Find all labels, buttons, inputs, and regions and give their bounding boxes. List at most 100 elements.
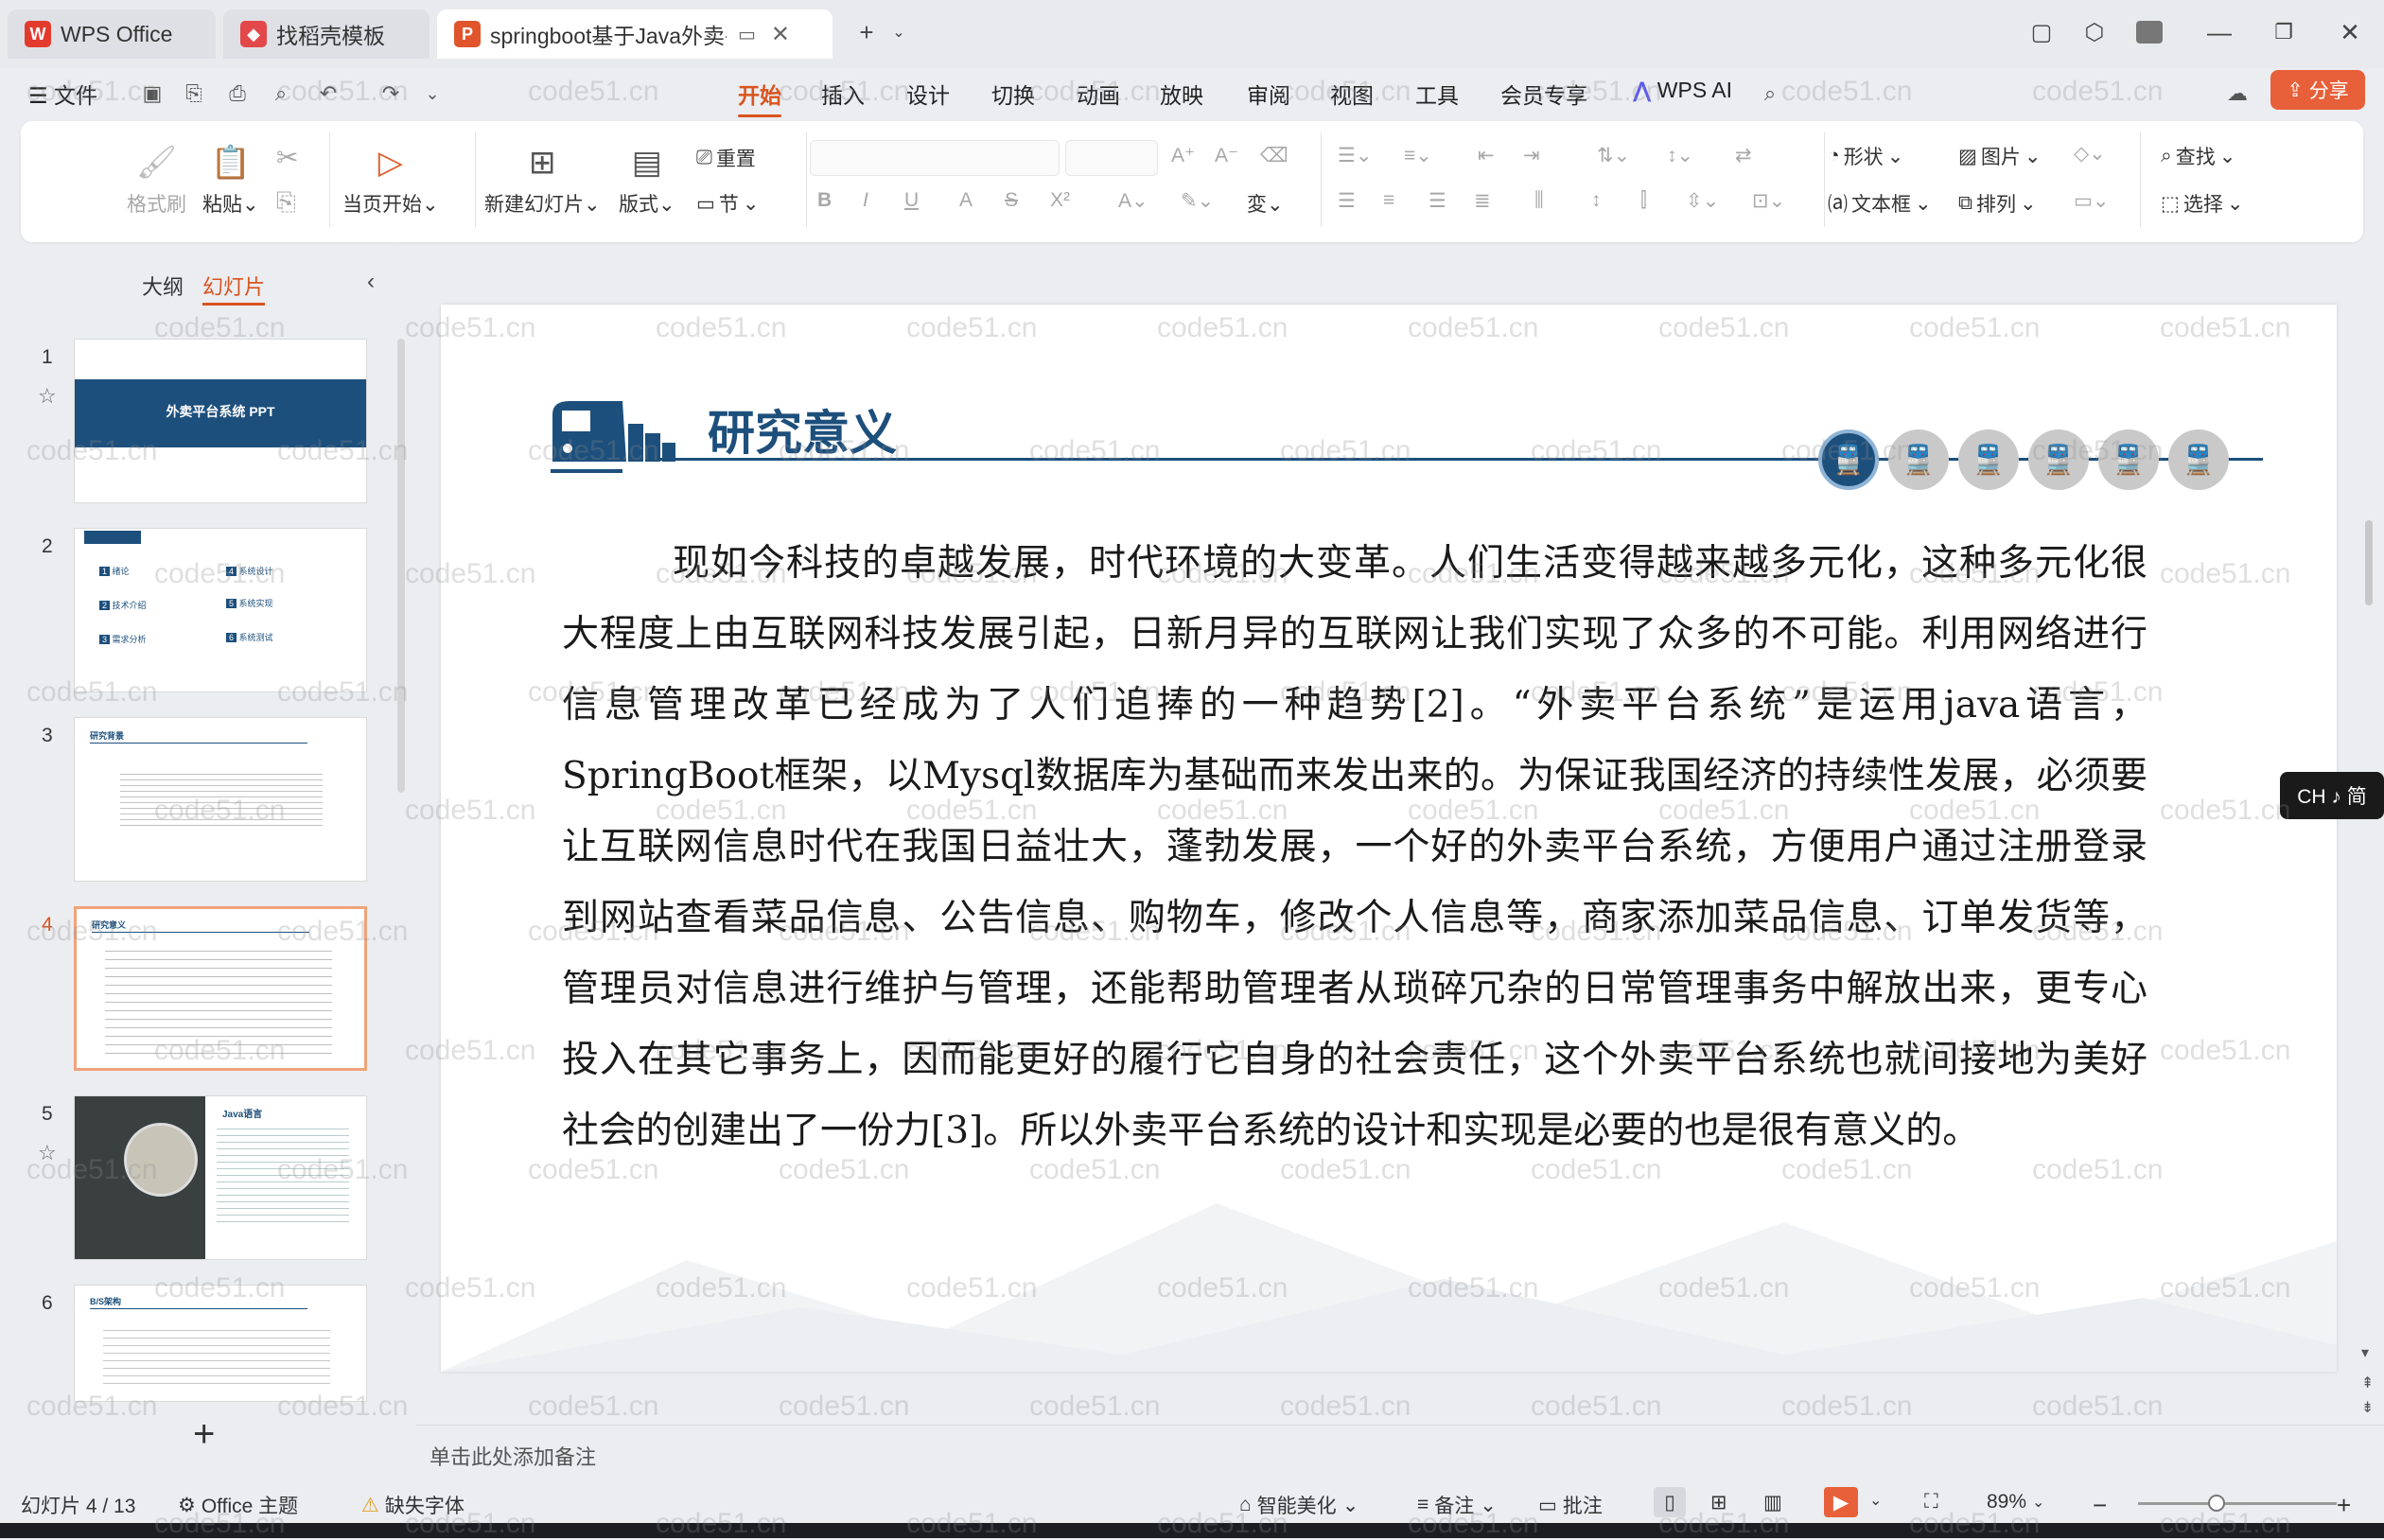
slide-thumbnail-4[interactable]: 研究意义 (74, 906, 367, 1071)
reading-view-icon[interactable]: ▥ (1763, 1491, 1782, 1514)
clear-format-icon[interactable]: ⌫ (1260, 144, 1288, 167)
distribute-icon[interactable]: ⫼ (1534, 189, 1544, 212)
strikethrough-icon[interactable]: S (1005, 189, 1018, 212)
next-slide-icon[interactable]: ⇟ (2361, 1398, 2374, 1417)
close-tab-icon[interactable]: ✕ (771, 21, 790, 48)
italic-icon[interactable]: I (863, 189, 868, 212)
line-spacing-icon[interactable]: ↕ (1591, 189, 1602, 212)
menu-review[interactable]: 审阅 (1247, 78, 1290, 110)
slide-body-text[interactable]: 现如今科技的卓越发展，时代环境的大变革。人们生活变得越来越多元化，这种多元化很大… (562, 528, 2147, 1166)
font-size-select[interactable] (1065, 140, 1158, 176)
menu-transition[interactable]: 切换 (991, 78, 1035, 110)
play-slideshow-icon[interactable]: ▶ (1824, 1487, 1858, 1517)
new-slide-button[interactable]: ⊞ 新建幻灯片⌄ (484, 142, 601, 218)
restore-icon[interactable]: ❐ (2265, 13, 2303, 51)
tab-wps-office[interactable]: W WPS Office (8, 9, 216, 59)
theme-button[interactable]: ⚙ Office 主题 (178, 1491, 298, 1519)
beautify-button[interactable]: ⌂ 智能美化 ⌄ (1239, 1491, 1359, 1519)
zoom-in-icon[interactable]: + (2337, 1491, 2351, 1520)
canvas-scrollbar[interactable] (2365, 520, 2373, 605)
wps-ai-button[interactable]: ⋀ WPS AI (1633, 78, 1732, 103)
convert-icon[interactable]: ⇄ (1735, 144, 1752, 167)
print-icon[interactable]: ⎙ (223, 79, 252, 108)
justify-icon[interactable]: ≣ (1474, 189, 1491, 213)
close-window-icon[interactable]: ✕ (2331, 13, 2369, 51)
tab-docer[interactable]: ◆ 找稻壳模板 (223, 9, 429, 59)
missing-font-button[interactable]: ⚠ 缺失字体 (361, 1491, 465, 1519)
font-family-select[interactable] (810, 140, 1060, 176)
text-direction-icon[interactable]: ⇅⌄ (1597, 144, 1630, 167)
textbox-button[interactable]: ⒜ 文本框 ⌄ (1828, 189, 1932, 218)
menu-tools[interactable]: 工具 (1415, 78, 1459, 110)
minimize-icon[interactable]: — (2200, 13, 2238, 51)
reset-button[interactable]: ⎚ 重置 (696, 144, 756, 172)
normal-view-icon[interactable]: ▯ (1654, 1487, 1686, 1517)
font-color-icon[interactable]: A⌄ (1118, 189, 1148, 213)
zoom-slider-thumb[interactable] (2208, 1495, 2225, 1512)
find-button[interactable]: ⌕ 查找 ⌄ (2161, 142, 2235, 170)
highlight-icon[interactable]: ✎⌄ (1181, 189, 1214, 213)
menu-view[interactable]: 视图 (1330, 78, 1374, 110)
chevron-down-icon[interactable]: ⌄ (1869, 1491, 1882, 1510)
panel-scrollbar[interactable] (397, 339, 405, 793)
menu-member[interactable]: 会员专享 (1500, 78, 1587, 110)
slide-canvas[interactable]: 研究意义 🚆 🚆 🚆 🚆 🚆 🚆 现如今科技的卓越发展，时代环境的大变革。人们生… (441, 305, 2337, 1372)
fill-icon[interactable]: ◇⌄ (2074, 142, 2106, 166)
cube-icon[interactable]: ⬡ (2076, 13, 2113, 51)
tab-slides[interactable]: 幻灯片 (202, 271, 266, 306)
text-fit-icon[interactable]: ⊡⌄ (1752, 189, 1785, 213)
cloud-upload-icon[interactable]: ☁ (2223, 79, 2252, 108)
star-icon[interactable]: ☆ (38, 1141, 57, 1165)
slide-thumbnail-5[interactable]: Java语言 (74, 1095, 367, 1260)
outline-icon[interactable]: ▭⌄ (2074, 189, 2109, 213)
align-right-icon[interactable]: ☰ (1429, 189, 1446, 213)
slide-thumbnail-3[interactable]: 研究背景 (74, 717, 367, 882)
align-center-icon[interactable]: ≡ (1383, 189, 1394, 212)
tab-outline[interactable]: 大纲 (142, 271, 184, 301)
slide-sorter-icon[interactable]: ⊞ (1710, 1491, 1727, 1514)
notes-pane[interactable]: 单击此处添加备注 (416, 1425, 2384, 1482)
column-icon[interactable]: ⫿ (1640, 189, 1647, 212)
ime-indicator[interactable]: CH ♪ 简 (2280, 772, 2384, 819)
select-button[interactable]: ⬚ 选择 ⌄ (2161, 189, 2243, 218)
save-icon[interactable]: ▣ (138, 79, 167, 108)
format-painter-button[interactable]: 🖌 格式刷 (127, 142, 186, 218)
cut-icon[interactable]: ✂ (276, 142, 298, 173)
print-preview-icon[interactable]: ⌕ (267, 79, 295, 108)
section-button[interactable]: ▭ 节 ⌄ (696, 189, 759, 218)
bullet-list-icon[interactable]: ☰⌄ (1338, 144, 1372, 167)
redo-icon[interactable]: ↷ (377, 79, 405, 108)
decrease-indent-icon[interactable]: ⇤ (1478, 144, 1495, 167)
numbered-list-icon[interactable]: ≡⌄ (1404, 144, 1432, 167)
monitor-icon[interactable]: ▭ (738, 23, 756, 46)
copy-icon[interactable]: ⎘ (276, 187, 296, 218)
start-from-current-button[interactable]: ▷ 当页开始⌄ (342, 142, 439, 218)
increase-indent-icon[interactable]: ⇥ (1523, 144, 1540, 167)
arrange-button[interactable]: ⧉ 排列 ⌄ (1958, 189, 2037, 218)
slide-thumbnail-2[interactable]: 1 绪论 4 系统设计 2 技术介绍 5 系统实现 3 需求分析 6 系统测试 (74, 528, 367, 692)
zoom-level[interactable]: 89% ⌄ (1987, 1491, 2044, 1514)
star-icon[interactable]: ☆ (38, 384, 57, 409)
add-slide-button[interactable]: + (193, 1413, 215, 1456)
layout-button[interactable]: ▤ 版式⌄ (619, 142, 675, 218)
underline-icon[interactable]: U (904, 189, 919, 212)
undo-icon[interactable]: ↶ (314, 79, 342, 108)
slide-thumbnail-6[interactable]: B/S架构 (74, 1285, 367, 1402)
prev-slide-icon[interactable]: ⇞ (2361, 1374, 2374, 1392)
chevron-down-icon[interactable]: ⌄ (880, 13, 918, 51)
zoom-slider[interactable] (2138, 1502, 2337, 1505)
window-layout-icon[interactable]: ▢ (2023, 13, 2060, 51)
shadow-icon[interactable]: A (959, 189, 973, 212)
bold-icon[interactable]: B (817, 189, 832, 212)
picture-button[interactable]: ▨ 图片 ⌄ (1958, 142, 2041, 170)
paste-button[interactable]: 📋 粘贴⌄ (202, 142, 259, 218)
share-button[interactable]: ⇪ 分享 (2270, 70, 2365, 110)
comment-button[interactable]: ▭ 批注 (1538, 1491, 1603, 1519)
slide-thumbnail-1[interactable]: 外卖平台系统 PPT (74, 339, 367, 503)
notes-button[interactable]: ≡ 备注 ⌄ (1417, 1491, 1497, 1519)
menu-home[interactable]: 开始 (738, 78, 781, 117)
sort-icon[interactable]: ↕⌄ (1667, 144, 1693, 167)
scroll-down-icon[interactable]: ▾ (2361, 1343, 2369, 1362)
search-icon[interactable]: ⌕ (1756, 79, 1784, 108)
more-icon[interactable]: ⌄ (418, 79, 447, 108)
